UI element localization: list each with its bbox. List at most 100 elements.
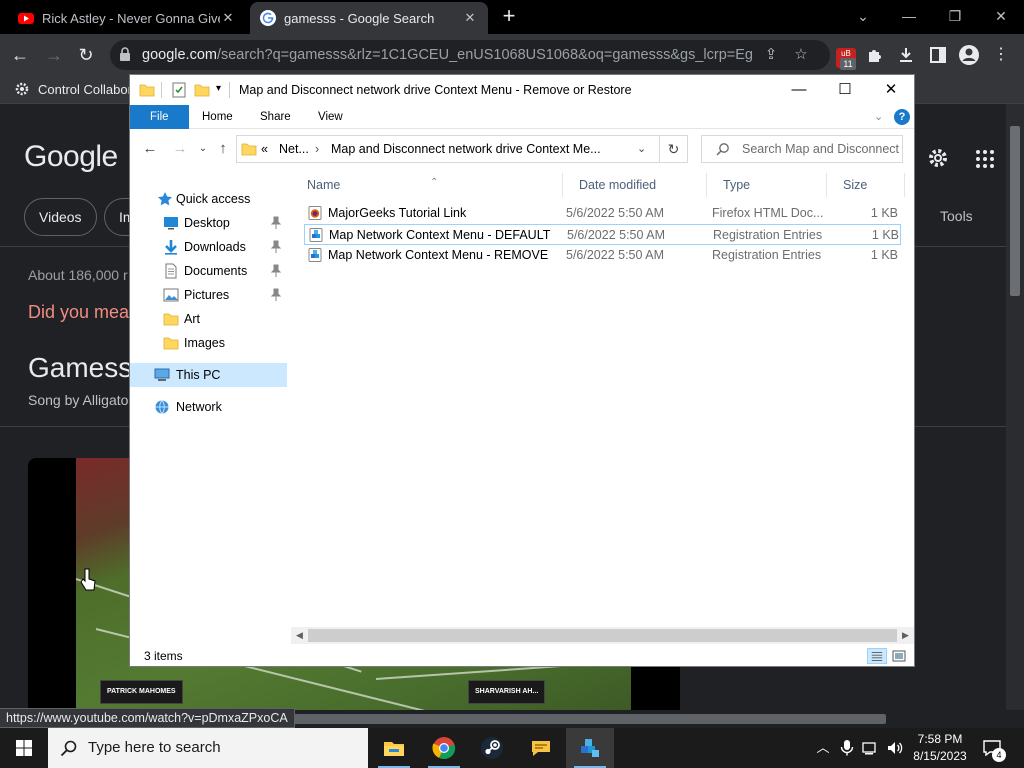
extensions-puzzle-icon[interactable] xyxy=(864,44,886,66)
column-header-date[interactable]: Date modified xyxy=(563,173,707,197)
file-row[interactable]: MajorGeeks Tutorial Link 5/6/2022 5:50 A… xyxy=(304,203,901,224)
windows-start-icon[interactable] xyxy=(0,728,48,768)
help-icon[interactable]: ? xyxy=(894,109,910,125)
nav-item-quick-access[interactable]: Quick access xyxy=(130,187,287,211)
taskbar-registry-app[interactable] xyxy=(566,728,614,768)
close-button[interactable]: ✕ xyxy=(868,75,914,105)
new-folder-icon[interactable] xyxy=(194,82,210,98)
tab-close-icon[interactable]: ✕ xyxy=(220,10,236,26)
nav-item-documents[interactable]: Documents xyxy=(130,259,287,283)
recent-locations-icon[interactable]: ⌄ xyxy=(193,139,213,159)
pin-icon[interactable] xyxy=(270,216,282,230)
back-icon[interactable]: ← xyxy=(8,43,32,67)
youtube-icon xyxy=(18,13,34,24)
properties-icon[interactable] xyxy=(171,82,187,98)
back-icon[interactable]: ← xyxy=(140,139,160,159)
taskbar-clock[interactable]: 7:58 PM 8/15/2023 xyxy=(908,731,972,765)
show-hidden-icons-icon[interactable]: ︿ xyxy=(814,738,832,758)
bookmark-star-icon[interactable]: ☆ xyxy=(792,46,810,64)
tab-share[interactable]: Share xyxy=(246,105,305,129)
pin-icon[interactable] xyxy=(270,240,282,254)
expand-ribbon-icon[interactable]: ⌄ xyxy=(874,110,883,123)
side-panel-icon[interactable] xyxy=(927,44,949,66)
scroll-right-icon[interactable]: ▶ xyxy=(897,627,914,644)
nav-item-images[interactable]: Images xyxy=(130,331,287,355)
gear-bookmark-icon xyxy=(15,82,29,96)
details-view-icon[interactable] xyxy=(867,648,887,664)
maximize-button[interactable]: ☐ xyxy=(822,75,868,105)
chrome-menu-icon[interactable]: ⋮ xyxy=(990,44,1012,66)
nav-item-this-pc[interactable]: This PC xyxy=(130,363,287,387)
pin-icon[interactable] xyxy=(270,288,282,302)
file-list-horizontal-scrollbar[interactable]: ◀ ▶ xyxy=(291,627,914,644)
tab-view[interactable]: View xyxy=(304,105,357,129)
star-icon xyxy=(158,192,172,206)
file-size: 1 KB xyxy=(870,206,898,220)
nav-item-desktop[interactable]: Desktop xyxy=(130,211,287,235)
taskbar-chrome[interactable] xyxy=(420,728,468,768)
google-logo[interactable]: Google xyxy=(24,140,118,174)
tab-google-search[interactable]: gamesss - Google Search ✕ xyxy=(250,2,488,34)
tools-button[interactable]: Tools xyxy=(940,208,973,224)
minimize-button[interactable]: — xyxy=(776,75,822,105)
column-header-name[interactable]: Name ⌃ xyxy=(291,173,563,197)
google-apps-icon[interactable] xyxy=(974,148,996,170)
result-stats: About 186,000 r xyxy=(28,267,128,283)
nav-item-downloads[interactable]: Downloads xyxy=(130,235,287,259)
address-dropdown-icon[interactable]: ⌄ xyxy=(637,136,646,162)
up-icon[interactable]: ↑ xyxy=(213,139,233,159)
column-header-size[interactable]: Size xyxy=(827,173,905,197)
scroll-thumb[interactable] xyxy=(1010,126,1020,296)
share-icon[interactable]: ⇪ xyxy=(762,46,780,64)
tab-search-icon[interactable]: ⌄ xyxy=(840,4,886,28)
search-input[interactable]: Search Map and Disconnect ... xyxy=(701,135,903,163)
filter-chip-videos[interactable]: Videos xyxy=(24,198,97,236)
breadcrumb-separator[interactable]: › xyxy=(315,136,319,162)
file-row-selected[interactable]: Map Network Context Menu - DEFAULT 5/6/2… xyxy=(304,224,901,245)
ublock-extension-icon[interactable]: uB 11 xyxy=(836,48,856,70)
breadcrumb-current-folder[interactable]: Map and Disconnect network drive Context… xyxy=(331,136,601,162)
file-row[interactable]: Map Network Context Menu - REMOVE 5/6/20… xyxy=(304,245,901,266)
taskbar-search-box[interactable]: Type here to search xyxy=(48,728,368,768)
did-you-mean[interactable]: Did you mea xyxy=(28,302,129,323)
new-tab-button[interactable]: + xyxy=(497,5,521,29)
nav-label: Downloads xyxy=(184,240,246,254)
forward-icon[interactable]: → xyxy=(170,139,190,159)
address-bar[interactable]: « Net... › Map and Disconnect network dr… xyxy=(236,135,660,163)
large-icons-view-icon[interactable] xyxy=(889,648,909,664)
taskbar-chat-app[interactable] xyxy=(517,728,565,768)
registry-file-icon xyxy=(309,228,323,242)
settings-gear-icon[interactable] xyxy=(926,146,950,170)
tab-file[interactable]: File xyxy=(130,105,189,129)
scroll-thumb[interactable] xyxy=(282,714,886,724)
breadcrumb-network[interactable]: Net... xyxy=(279,136,309,162)
nav-item-art[interactable]: Art xyxy=(130,307,287,331)
microphone-icon[interactable] xyxy=(838,738,856,758)
reload-icon[interactable]: ↻ xyxy=(74,43,98,67)
restore-button[interactable]: ❐ xyxy=(932,4,978,28)
forward-icon[interactable]: → xyxy=(42,43,66,67)
customize-qat-icon[interactable]: ▾ xyxy=(216,83,221,94)
tab-home[interactable]: Home xyxy=(188,105,247,129)
profile-avatar-icon[interactable] xyxy=(958,44,980,66)
nav-item-network[interactable]: Network xyxy=(130,395,287,419)
volume-icon[interactable] xyxy=(886,738,904,758)
taskbar-file-explorer[interactable] xyxy=(370,728,418,768)
download-icon[interactable] xyxy=(895,44,917,66)
close-button[interactable]: ✕ xyxy=(978,4,1024,28)
scroll-left-icon[interactable]: ◀ xyxy=(291,627,308,644)
tab-close-icon[interactable]: ✕ xyxy=(462,10,478,26)
breadcrumb-overflow[interactable]: « xyxy=(261,136,268,162)
pin-icon[interactable] xyxy=(270,264,282,278)
nav-item-pictures[interactable]: Pictures xyxy=(130,283,287,307)
network-tray-icon[interactable] xyxy=(862,738,880,758)
column-header-type[interactable]: Type xyxy=(707,173,827,197)
page-vertical-scrollbar[interactable] xyxy=(1006,104,1024,710)
scroll-thumb[interactable] xyxy=(308,629,897,642)
tab-youtube[interactable]: Rick Astley - Never Gonna Give You Up ✕ xyxy=(8,2,246,34)
taskbar-steam[interactable] xyxy=(468,728,516,768)
refresh-icon[interactable]: ↻ xyxy=(660,135,688,163)
explorer-title-bar: ▾ Map and Disconnect network drive Conte… xyxy=(130,75,914,105)
minimize-button[interactable]: — xyxy=(886,4,932,28)
address-bar[interactable]: google.com/search?q=gamesss&rlz=1C1GCEU_… xyxy=(110,40,830,70)
